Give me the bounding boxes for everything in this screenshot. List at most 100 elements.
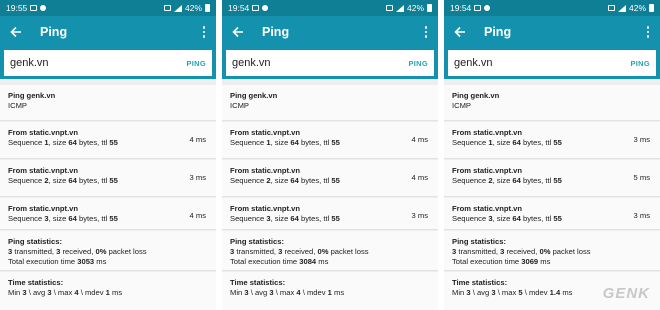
reply-card: From static.vnpt.vn Sequence 3, size 64 …	[444, 198, 660, 230]
clock: 19:54	[228, 3, 250, 13]
app-bar: Ping	[222, 16, 438, 48]
ping-button[interactable]: PING	[630, 59, 650, 68]
host-input[interactable]: genk.vn	[232, 57, 408, 69]
ping-header-card: Ping genk.vn ICMP	[222, 85, 438, 121]
reply-card: From static.vnpt.vn Sequence 3, size 64 …	[222, 198, 438, 230]
status-bar: 19:54 42%	[222, 0, 438, 16]
reply-from: From static.vnpt.vn	[452, 204, 523, 213]
reply-from: From static.vnpt.vn	[452, 166, 523, 175]
ping-statistics-card: Ping statistics: 3 transmitted, 3 receiv…	[0, 231, 216, 271]
time-statistics-title: Time statistics:	[230, 278, 286, 287]
vibrate-icon	[607, 5, 615, 11]
image-notification-icon	[474, 5, 482, 11]
host-input[interactable]: genk.vn	[10, 57, 186, 69]
notification-icon	[262, 5, 269, 11]
image-notification-icon	[252, 5, 260, 11]
ping-statistics-card: Ping statistics: 3 transmitted, 3 receiv…	[444, 231, 660, 271]
watermark: GENK	[602, 285, 650, 302]
signal-icon	[617, 4, 626, 12]
battery-percent: 42%	[628, 3, 646, 13]
host-input-box: genk.vn PING	[226, 50, 434, 76]
arrow-left-icon	[232, 26, 243, 38]
notification-icon	[40, 5, 47, 11]
ping-header-card: Ping genk.vn ICMP	[0, 85, 216, 121]
back-button[interactable]	[450, 22, 470, 42]
app-bar: Ping	[444, 16, 660, 48]
reply-details: Sequence 3, size 64 bytes, ttl 55	[8, 214, 118, 223]
reply-details: Sequence 1, size 64 bytes, ttl 55	[452, 138, 562, 147]
arrow-left-icon	[454, 26, 465, 38]
ping-statistics-title: Ping statistics:	[230, 237, 285, 246]
battery-icon	[649, 4, 654, 12]
time-statistics-title: Time statistics:	[8, 278, 64, 287]
reply-details: Sequence 3, size 64 bytes, ttl 55	[230, 214, 340, 223]
reply-from: From static.vnpt.vn	[8, 128, 79, 137]
ping-protocol: ICMP	[230, 101, 249, 110]
ping-statistics-card: Ping statistics: 3 transmitted, 3 receiv…	[222, 231, 438, 271]
more-vert-icon[interactable]	[642, 22, 654, 42]
status-bar: 19:55 42%	[0, 0, 216, 16]
ping-protocol: ICMP	[8, 101, 27, 110]
signal-icon	[395, 4, 404, 12]
packet-summary: 3 transmitted, 3 received, 0% packet los…	[452, 247, 591, 256]
ping-statistics-title: Ping statistics:	[8, 237, 63, 246]
reply-card: From static.vnpt.vn Sequence 1, size 64 …	[222, 122, 438, 159]
battery-icon	[205, 4, 210, 12]
back-button[interactable]	[228, 22, 248, 42]
time-statistics-card: Time statistics: Min 3 \ avg 3 \ max 4 \…	[0, 272, 216, 310]
reply-details: Sequence 1, size 64 bytes, ttl 55	[230, 138, 340, 147]
packet-summary: 3 transmitted, 3 received, 0% packet los…	[8, 247, 147, 256]
reply-details: Sequence 2, size 64 bytes, ttl 55	[8, 176, 118, 185]
reply-details: Sequence 2, size 64 bytes, ttl 55	[230, 176, 340, 185]
execution-time: Total execution time 3069 ms	[452, 257, 551, 266]
time-summary: Min 3 \ avg 3 \ max 4 \ mdev 1 ms	[230, 288, 345, 297]
battery-percent: 42%	[406, 3, 424, 13]
page-title: Ping	[40, 25, 68, 39]
reply-from: From static.vnpt.vn	[230, 128, 301, 137]
reply-latency: 4 ms	[411, 135, 428, 144]
page-title: Ping	[262, 25, 290, 39]
ping-header-title: Ping genk.vn	[230, 91, 278, 100]
reply-from: From static.vnpt.vn	[230, 204, 301, 213]
more-vert-icon[interactable]	[420, 22, 432, 42]
reply-card: From static.vnpt.vn Sequence 1, size 64 …	[444, 122, 660, 159]
image-notification-icon	[30, 5, 38, 11]
clock: 19:54	[450, 3, 472, 13]
status-bar: 19:54 42%	[444, 0, 660, 16]
clock: 19:55	[6, 3, 28, 13]
vibrate-icon	[163, 5, 171, 11]
reply-latency: 4 ms	[189, 211, 206, 220]
ping-header-title: Ping genk.vn	[8, 91, 56, 100]
arrow-left-icon	[10, 26, 21, 38]
reply-card: From static.vnpt.vn Sequence 2, size 64 …	[222, 160, 438, 197]
packet-summary: 3 transmitted, 3 received, 0% packet los…	[230, 247, 369, 256]
host-input-box: genk.vn PING	[448, 50, 656, 76]
back-button[interactable]	[6, 22, 26, 42]
reply-latency: 4 ms	[189, 135, 206, 144]
reply-details: Sequence 2, size 64 bytes, ttl 55	[452, 176, 562, 185]
reply-details: Sequence 1, size 64 bytes, ttl 55	[8, 138, 118, 147]
reply-card: From static.vnpt.vn Sequence 2, size 64 …	[0, 160, 216, 197]
vibrate-icon	[385, 5, 393, 11]
host-input-box: genk.vn PING	[4, 50, 212, 76]
ping-button[interactable]: PING	[186, 59, 206, 68]
ping-button[interactable]: PING	[408, 59, 428, 68]
signal-icon	[173, 4, 182, 12]
reply-card: From static.vnpt.vn Sequence 2, size 64 …	[444, 160, 660, 197]
reply-latency: 3 ms	[633, 211, 650, 220]
reply-from: From static.vnpt.vn	[452, 128, 523, 137]
reply-from: From static.vnpt.vn	[8, 204, 79, 213]
reply-from: From static.vnpt.vn	[8, 166, 79, 175]
reply-latency: 3 ms	[189, 173, 206, 182]
execution-time: Total execution time 3084 ms	[230, 257, 329, 266]
time-summary: Min 3 \ avg 3 \ max 4 \ mdev 1 ms	[8, 288, 123, 297]
reply-latency: 3 ms	[411, 211, 428, 220]
reply-latency: 5 ms	[633, 173, 650, 182]
reply-latency: 3 ms	[633, 135, 650, 144]
reply-from: From static.vnpt.vn	[230, 166, 301, 175]
ping-header-title: Ping genk.vn	[452, 91, 500, 100]
more-vert-icon[interactable]	[198, 22, 210, 42]
host-input[interactable]: genk.vn	[454, 57, 630, 69]
execution-time: Total execution time 3053 ms	[8, 257, 107, 266]
reply-details: Sequence 3, size 64 bytes, ttl 55	[452, 214, 562, 223]
